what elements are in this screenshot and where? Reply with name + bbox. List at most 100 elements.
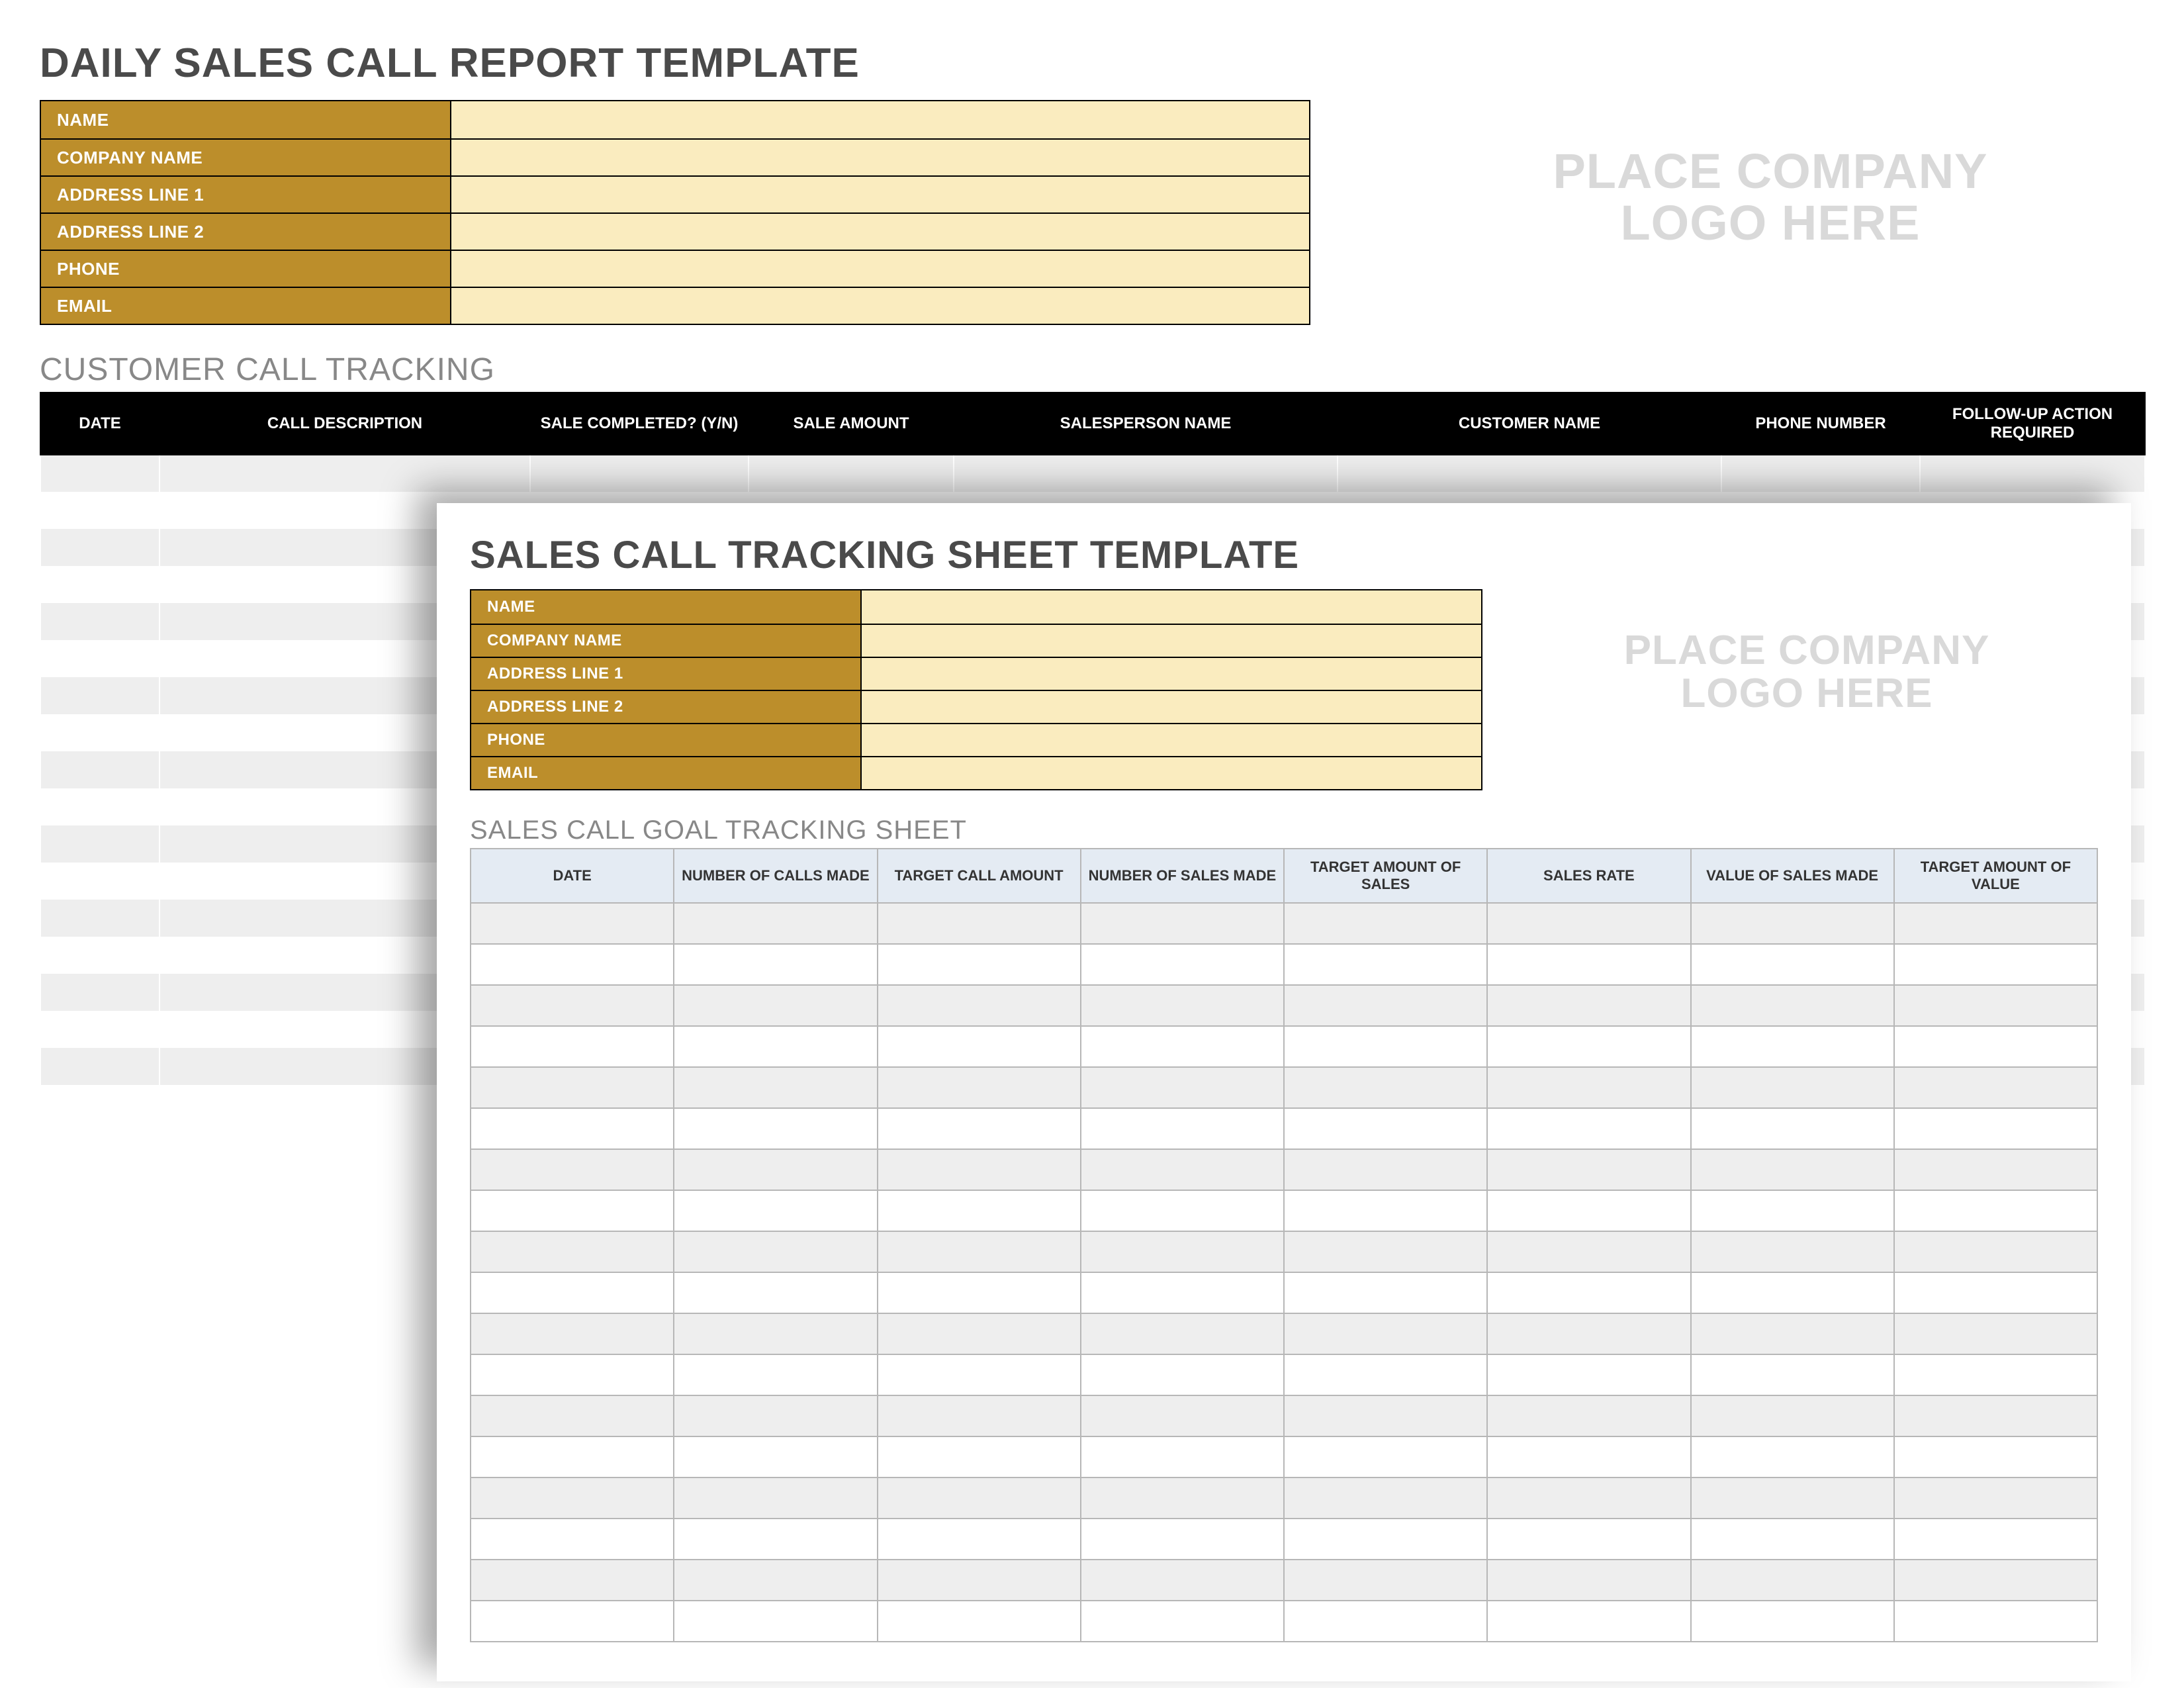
cell[interactable] xyxy=(1487,1026,1690,1067)
cell[interactable] xyxy=(674,1231,877,1272)
cell[interactable] xyxy=(674,1354,877,1395)
cell[interactable] xyxy=(1894,944,2097,985)
cell[interactable] xyxy=(1081,985,1284,1026)
cell[interactable] xyxy=(1894,1395,2097,1436)
cell[interactable] xyxy=(1691,944,1894,985)
cell[interactable] xyxy=(878,1601,1081,1642)
cell[interactable] xyxy=(1284,1231,1487,1272)
cell[interactable] xyxy=(1284,1313,1487,1354)
cell[interactable] xyxy=(1691,1560,1894,1601)
cell[interactable] xyxy=(40,455,159,492)
cell[interactable] xyxy=(674,1601,877,1642)
cell[interactable] xyxy=(1894,1477,2097,1519)
cell[interactable] xyxy=(1894,1272,2097,1313)
cell[interactable] xyxy=(1894,1354,2097,1395)
cell[interactable] xyxy=(878,944,1081,985)
cell[interactable] xyxy=(878,1231,1081,1272)
name-field[interactable] xyxy=(451,101,1309,138)
cell[interactable] xyxy=(878,985,1081,1026)
cell[interactable] xyxy=(1894,1108,2097,1149)
cell[interactable] xyxy=(1081,1108,1284,1149)
cell[interactable] xyxy=(1894,1190,2097,1231)
cell[interactable] xyxy=(1284,1026,1487,1067)
cell[interactable] xyxy=(674,1026,877,1067)
cell[interactable] xyxy=(1487,903,1690,944)
cell[interactable] xyxy=(40,677,159,714)
cell[interactable] xyxy=(1081,1354,1284,1395)
cell[interactable] xyxy=(1691,1190,1894,1231)
cell[interactable] xyxy=(1487,985,1690,1026)
cell[interactable] xyxy=(1691,1313,1894,1354)
cell[interactable] xyxy=(674,1477,877,1519)
cell[interactable] xyxy=(40,974,159,1011)
cell[interactable] xyxy=(674,1108,877,1149)
cell[interactable] xyxy=(1081,1519,1284,1560)
cell[interactable] xyxy=(674,985,877,1026)
cell[interactable] xyxy=(1081,1190,1284,1231)
cell[interactable] xyxy=(1081,1231,1284,1272)
cell[interactable] xyxy=(1081,1395,1284,1436)
cell[interactable] xyxy=(1284,1190,1487,1231)
cell[interactable] xyxy=(1894,1436,2097,1477)
cell[interactable] xyxy=(40,603,159,640)
cell[interactable] xyxy=(878,1313,1081,1354)
cell[interactable] xyxy=(471,1477,674,1519)
cell[interactable] xyxy=(1894,1560,2097,1601)
cell[interactable] xyxy=(40,937,159,974)
cell[interactable] xyxy=(1894,1601,2097,1642)
cell[interactable] xyxy=(674,1067,877,1108)
cell[interactable] xyxy=(1487,1231,1690,1272)
cell[interactable] xyxy=(1487,1601,1690,1642)
cell[interactable] xyxy=(878,903,1081,944)
cell[interactable] xyxy=(1284,1477,1487,1519)
name-field[interactable] xyxy=(862,590,1481,624)
cell[interactable] xyxy=(878,1354,1081,1395)
cell[interactable] xyxy=(878,1067,1081,1108)
cell[interactable] xyxy=(40,1011,159,1048)
cell[interactable] xyxy=(674,1436,877,1477)
cell[interactable] xyxy=(674,903,877,944)
cell[interactable] xyxy=(40,714,159,751)
cell[interactable] xyxy=(471,1519,674,1560)
cell[interactable] xyxy=(1081,1601,1284,1642)
cell[interactable] xyxy=(1338,455,1721,492)
cell[interactable] xyxy=(530,455,749,492)
cell[interactable] xyxy=(1284,1108,1487,1149)
cell[interactable] xyxy=(1894,1231,2097,1272)
phone-field[interactable] xyxy=(451,251,1309,287)
cell[interactable] xyxy=(1691,1354,1894,1395)
cell[interactable] xyxy=(471,1026,674,1067)
cell[interactable] xyxy=(471,903,674,944)
cell[interactable] xyxy=(40,1085,159,1122)
cell[interactable] xyxy=(471,1395,674,1436)
address1-field[interactable] xyxy=(862,658,1481,690)
cell[interactable] xyxy=(471,1354,674,1395)
cell[interactable] xyxy=(674,1519,877,1560)
cell[interactable] xyxy=(1691,985,1894,1026)
cell[interactable] xyxy=(1081,1313,1284,1354)
cell[interactable] xyxy=(674,1560,877,1601)
company-field[interactable] xyxy=(862,625,1481,657)
cell[interactable] xyxy=(471,1313,674,1354)
cell[interactable] xyxy=(1284,985,1487,1026)
cell[interactable] xyxy=(471,1067,674,1108)
cell[interactable] xyxy=(1894,1313,2097,1354)
cell[interactable] xyxy=(1081,1067,1284,1108)
cell[interactable] xyxy=(1894,1519,2097,1560)
cell[interactable] xyxy=(471,1560,674,1601)
cell[interactable] xyxy=(1487,1354,1690,1395)
cell[interactable] xyxy=(1081,1026,1284,1067)
cell[interactable] xyxy=(1691,1395,1894,1436)
phone-field[interactable] xyxy=(862,724,1481,756)
cell[interactable] xyxy=(1487,1519,1690,1560)
cell[interactable] xyxy=(1284,944,1487,985)
cell[interactable] xyxy=(1691,1026,1894,1067)
cell[interactable] xyxy=(1894,1149,2097,1190)
cell[interactable] xyxy=(1894,1026,2097,1067)
cell[interactable] xyxy=(1691,1477,1894,1519)
cell[interactable] xyxy=(1284,1560,1487,1601)
cell[interactable] xyxy=(1691,1601,1894,1642)
cell[interactable] xyxy=(40,492,159,529)
cell[interactable] xyxy=(1487,944,1690,985)
email-field[interactable] xyxy=(451,288,1309,324)
